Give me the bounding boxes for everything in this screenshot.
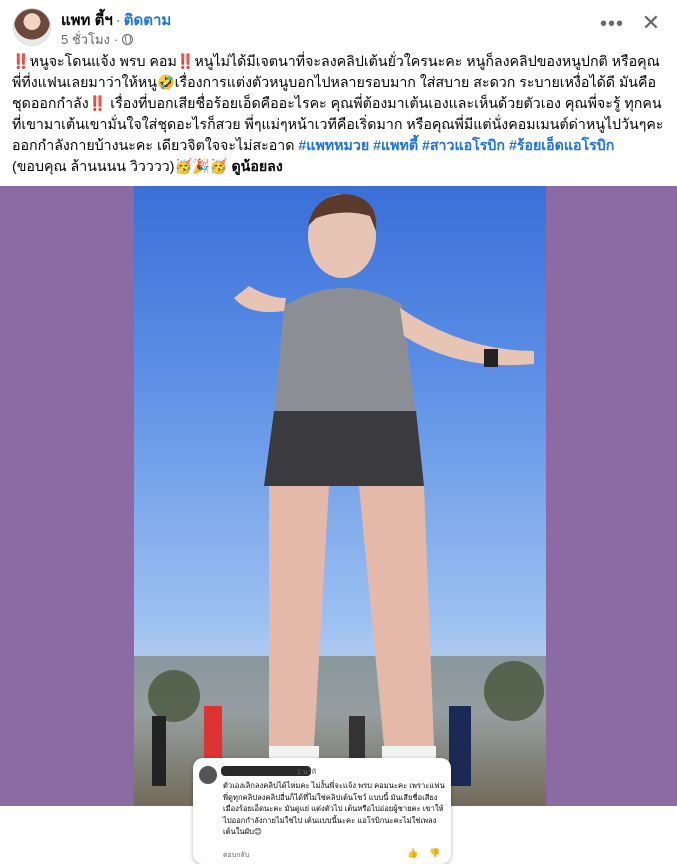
hashtag-link[interactable]: #แพทหมวย — [298, 138, 369, 154]
comment-text: ตัวเองเลิกลงคลิปได้ไหมคะ ไม่งั้นพี่จะแจ้… — [223, 781, 445, 836]
video-frame[interactable] — [134, 186, 546, 806]
post-time[interactable]: 5 ชั่วโมง — [61, 29, 110, 50]
caption-text: (ขอบคุณ ล้านนนน วิวววว)🥳🎉🥳 — [12, 159, 232, 175]
thumbs-down-icon: 👎 — [429, 848, 441, 858]
caption-line: ที่เขามาเต้นเขามั่นใจใส่ชุดอะไรก็สวย พี่… — [12, 117, 664, 133]
caption-line: ออกกำลังกายบ้างนะคะ เดียวจิตใจจะไม่สะอาด… — [12, 136, 666, 157]
author-avatar[interactable] — [13, 8, 51, 46]
reply-label: ตอบกลับ — [223, 852, 250, 859]
post-header: แพท ตี้ฯ · ติดตาม 5 ชั่วโมง · ••• ✕ — [0, 0, 677, 50]
follow-button[interactable]: ติดตาม — [124, 12, 172, 29]
hashtag-link[interactable]: #ร้อยเอ็ดแอโรบิก — [509, 138, 614, 154]
more-options-icon[interactable]: ••• — [596, 10, 628, 38]
separator-dot: · — [115, 12, 121, 29]
see-less-link[interactable]: ดูน้อยลง — [231, 159, 282, 175]
post-caption: ‼️หนูจะโดนแจ้ง พรบ คอม‼️หนูไม่ได้มีเจตนา… — [12, 52, 666, 178]
caption-line: ชุดออกกำลัง‼️ เรื่องที่บอกเสียชื่อร้อยเอ… — [12, 96, 662, 112]
separator-dot: · — [113, 32, 119, 47]
post-meta: 5 ชั่วโมง · — [61, 29, 134, 50]
comment-time: 1 นาที — [297, 769, 317, 776]
globe-icon — [122, 34, 134, 45]
author-name[interactable]: แพท ตี้ฯ — [61, 12, 113, 29]
caption-line: ‼️หนูจะโดนแจ้ง พรบ คอม‼️หนูไม่ได้มีเจตนา… — [12, 54, 660, 70]
dancer-photo — [134, 194, 546, 806]
commenter-avatar — [199, 766, 217, 784]
comment-screenshot-card: 1 นาที ตัวเองเลิกลงคลิปได้ไหมคะ ไม่งั้นพ… — [193, 758, 451, 864]
post-media[interactable]: 1 นาที ตัวเองเลิกลงคลิปได้ไหมคะ ไม่งั้นพ… — [0, 186, 677, 864]
close-icon[interactable]: ✕ — [636, 8, 666, 38]
hashtag-link[interactable]: #แพทตี้ — [373, 138, 418, 154]
caption-line: พี่ที่งแฟนเลยมาว่าให้หนู🤣เรื่องการแต่งตั… — [12, 75, 657, 91]
caption-text: ออกกำลังกายบ้างนะคะ เดียวจิตใจจะไม่สะอาด — [12, 138, 299, 154]
caption-line: (ขอบคุณ ล้านนนน วิวววว)🥳🎉🥳 ดูน้อยลง — [12, 157, 666, 178]
thumbs-up-icon: 👍 — [407, 848, 419, 858]
hashtag-link[interactable]: #สาวแอโรบิก — [422, 138, 505, 154]
